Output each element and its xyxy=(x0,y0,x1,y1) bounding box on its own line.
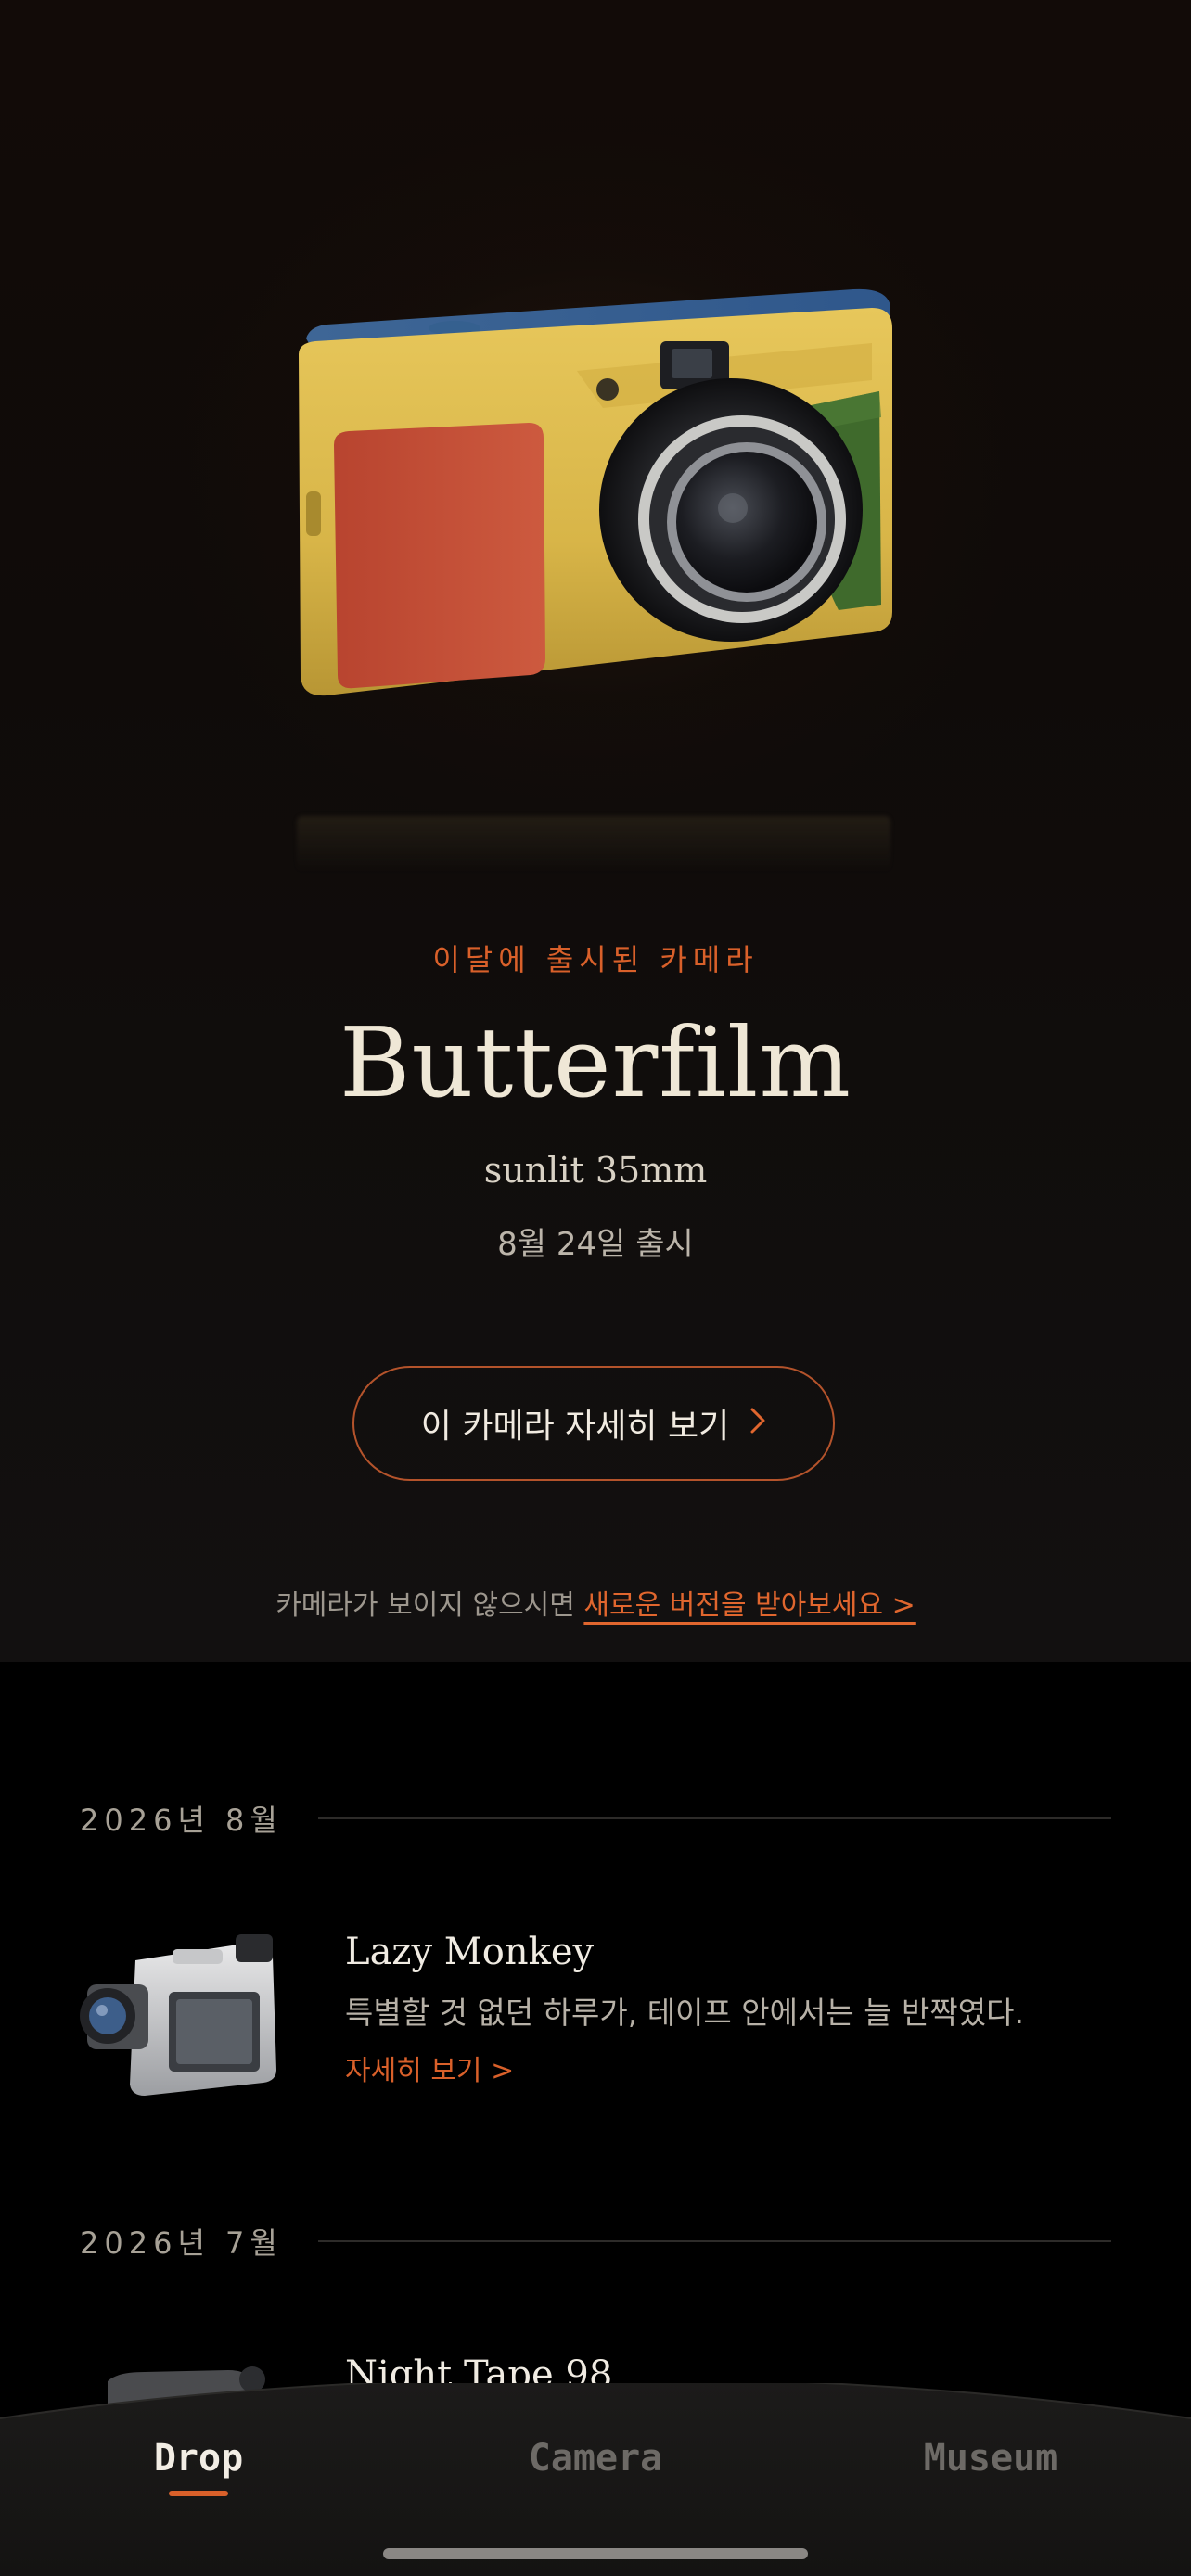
camcorder-thumbnail xyxy=(80,1931,293,2107)
featured-camera-image xyxy=(278,269,909,881)
release-date: 8월 24일 출시 xyxy=(497,1226,694,1263)
month-header-2026-07: 2026년 7월 xyxy=(80,2219,1111,2264)
update-notice: 카메라가 보이지 않으시면 새로운 버전을 받아보세요 > xyxy=(0,1582,1191,1623)
product-subtitle: sunlit 35mm xyxy=(483,1150,708,1191)
camera-reflection xyxy=(297,816,890,872)
update-app-link[interactable]: 새로운 버전을 받아보세요 > xyxy=(583,1589,915,1622)
chevron-right-icon xyxy=(749,1405,766,1443)
month-label: 2026년 7월 xyxy=(80,2225,283,2261)
update-notice-text: 카메라가 보이지 않으시면 xyxy=(275,1589,584,1622)
view-camera-details-label: 이 카메라 자세히 보기 xyxy=(420,1408,730,1446)
tab-drop[interactable]: Drop xyxy=(59,2437,338,2480)
release-eyebrow: 이달에 출시된 카메라 xyxy=(432,942,759,977)
active-tab-indicator xyxy=(169,2491,228,2496)
tab-museum[interactable]: Museum xyxy=(852,2437,1130,2480)
month-divider xyxy=(317,2240,1111,2242)
view-camera-details-button[interactable]: 이 카메라 자세히 보기 xyxy=(352,1366,835,1481)
month-divider xyxy=(317,1817,1111,1819)
hero-section: 이달에 출시된 카메라 Butterfilm sunlit 35mm 8월 24… xyxy=(0,0,1191,1662)
home-indicator[interactable] xyxy=(383,2548,808,2559)
product-title: Butterfilm xyxy=(339,1006,852,1119)
bottom-tab-bar: Drop Camera Museum xyxy=(0,2383,1191,2576)
entry-title: Lazy Monkey xyxy=(345,1931,595,1973)
entry-description: 특별할 것 없던 하루가, 테이프 안에서는 늘 반짝였다. xyxy=(345,1995,1024,2031)
tab-camera[interactable]: Camera xyxy=(456,2437,735,2480)
entry-detail-link[interactable]: 자세히 보기 > xyxy=(345,2047,514,2088)
month-header-2026-08: 2026년 8월 xyxy=(80,1796,1111,1841)
timeline-entry-lazy-monkey[interactable]: Lazy Monkey 특별할 것 없던 하루가, 테이프 안에서는 늘 반짝였… xyxy=(80,1931,1146,2107)
month-label: 2026년 8월 xyxy=(80,1803,283,1838)
